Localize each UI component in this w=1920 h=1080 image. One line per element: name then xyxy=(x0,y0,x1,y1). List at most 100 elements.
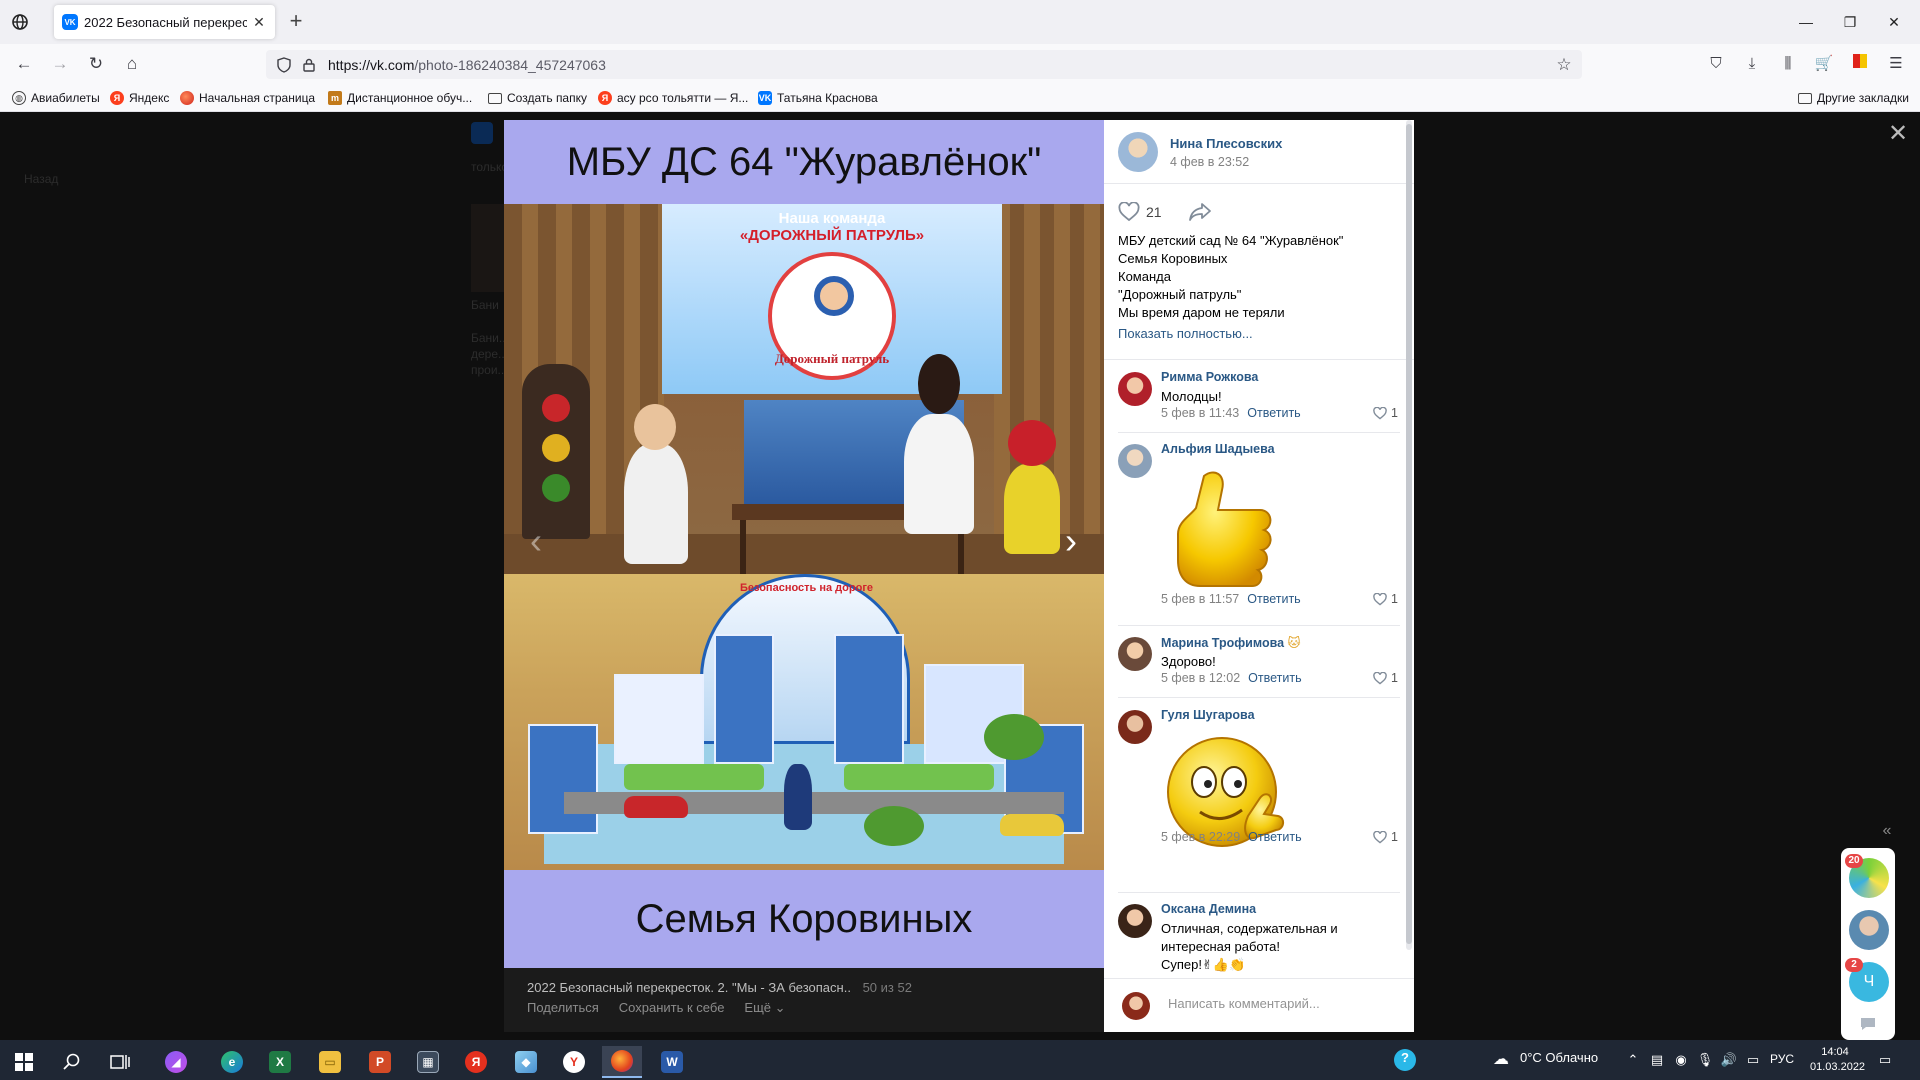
download-icon[interactable]: ⤓ xyxy=(1740,52,1764,76)
collapse-chats-icon[interactable]: « xyxy=(1877,822,1897,842)
previous-photo-arrow-icon[interactable]: ‹ xyxy=(516,516,556,566)
bookmark-star-icon[interactable]: ☆ xyxy=(1554,55,1574,75)
show-hidden-icons-icon[interactable]: ⌃ xyxy=(1624,1051,1642,1069)
post-date[interactable]: 4 фев в 23:52 xyxy=(1170,155,1249,169)
commenter-avatar[interactable] xyxy=(1118,372,1152,406)
like-heart-icon[interactable] xyxy=(1118,202,1140,222)
other-bookmarks[interactable]: Другие закладки xyxy=(1798,90,1909,106)
commenter-name[interactable]: Марина Трофимова 🐱 xyxy=(1161,635,1301,650)
show-more-link[interactable]: Показать полностью... xyxy=(1118,326,1253,341)
alice-assistant-icon[interactable]: ◢ xyxy=(156,1046,196,1078)
language-indicator[interactable]: РУС xyxy=(1770,1052,1794,1066)
home-icon[interactable]: ⌂ xyxy=(120,52,144,76)
next-photo-arrow-icon[interactable]: › xyxy=(1051,516,1091,566)
forward-arrow-icon[interactable]: → xyxy=(48,52,72,76)
comment-time[interactable]: 5 фев в 11:43 xyxy=(1161,406,1239,420)
bookmark-asu-rso[interactable]: Я асу рсо тольятти — Я... xyxy=(598,90,748,106)
restore-icon[interactable]: ❐ xyxy=(1838,10,1862,34)
photo-image[interactable]: МБУ ДС 64 "Журавлёнок" Наша команда «ДОР… xyxy=(504,120,1104,968)
author-name[interactable]: Нина Плесовских xyxy=(1170,136,1282,151)
search-icon[interactable] xyxy=(52,1046,92,1078)
comment-like[interactable]: 1 xyxy=(1373,671,1398,685)
notifications-icon[interactable]: ▭ xyxy=(1876,1051,1894,1069)
window-close-icon[interactable]: ✕ xyxy=(1882,10,1906,34)
menu-hamburger-icon[interactable]: ☰ xyxy=(1884,52,1908,76)
edge-browser-icon[interactable]: e xyxy=(212,1046,252,1078)
album-title[interactable]: 2022 Безопасный перекресток. 2. "Мы - ЗА… xyxy=(527,980,1081,995)
weather-cloud-icon[interactable]: ☁ xyxy=(1492,1051,1510,1069)
reload-icon[interactable]: ↻ xyxy=(84,52,108,76)
more-link[interactable]: Ещё ⌄ xyxy=(744,1000,785,1016)
system-clock[interactable]: 14:04 01.03.2022 xyxy=(1810,1045,1865,1075)
volume-icon[interactable]: 🔊 xyxy=(1720,1051,1738,1069)
commenter-avatar[interactable] xyxy=(1118,904,1152,938)
excel-icon[interactable]: X xyxy=(260,1046,300,1078)
chat-bubble-icon[interactable] xyxy=(1859,1016,1877,1032)
tree xyxy=(864,806,924,846)
browser-tab[interactable]: VK 2022 Безопасный перекресток ✕ xyxy=(54,5,275,39)
comment-time[interactable]: 5 фев в 11:57 xyxy=(1161,592,1239,606)
calculator-icon[interactable]: ▦ xyxy=(408,1046,448,1078)
lock-icon[interactable] xyxy=(302,58,316,72)
powerpoint-icon[interactable]: P xyxy=(360,1046,400,1078)
share-link[interactable]: Поделиться xyxy=(527,1000,599,1016)
microphone-icon[interactable]: 🎙 xyxy=(1696,1051,1714,1069)
tab-close-icon[interactable]: ✕ xyxy=(251,14,267,31)
bookmark-home-page[interactable]: Начальная страница xyxy=(180,90,315,106)
commenter-name[interactable]: Гуля Шугарова xyxy=(1161,708,1255,722)
task-view-icon[interactable] xyxy=(100,1046,140,1078)
notes-app-icon[interactable]: ◆ xyxy=(506,1046,546,1078)
windows-start-icon[interactable] xyxy=(4,1046,44,1078)
close-viewer-icon[interactable]: ✕ xyxy=(1886,122,1910,146)
comment-time[interactable]: 5 фев в 12:02 xyxy=(1161,671,1240,685)
scrollbar-thumb[interactable] xyxy=(1406,124,1412,944)
pocket-icon[interactable]: ⛉ xyxy=(1704,52,1728,76)
reply-link[interactable]: Ответить xyxy=(1248,671,1301,685)
new-tab-plus-icon[interactable]: + xyxy=(284,10,308,34)
commenter-name[interactable]: Римма Рожкова xyxy=(1161,370,1258,384)
network-icon[interactable]: ▭ xyxy=(1744,1051,1762,1069)
weather-text[interactable]: 0°C Облачно xyxy=(1520,1050,1598,1065)
commenter-name[interactable]: Оксана Демина xyxy=(1161,902,1256,916)
share-arrow-icon[interactable] xyxy=(1188,202,1212,222)
reply-link[interactable]: Ответить xyxy=(1248,830,1301,844)
file-explorer-icon[interactable]: ▭ xyxy=(310,1046,350,1078)
yandex-taskbar-icon[interactable]: Я xyxy=(456,1046,496,1078)
comment-like[interactable]: 1 xyxy=(1373,830,1398,844)
chat-contact-avatar[interactable] xyxy=(1849,910,1889,950)
comment-like[interactable]: 1 xyxy=(1373,592,1398,606)
bookmark-create-folder[interactable]: Создать папку xyxy=(488,90,587,106)
comment-input[interactable]: Написать комментарий... xyxy=(1168,996,1320,1011)
library-icon[interactable]: ⫼ xyxy=(1776,52,1800,76)
bookmark-tatyana-krasnova[interactable]: VK Татьяна Краснова xyxy=(758,90,878,106)
cart-icon[interactable]: 🛒 xyxy=(1812,52,1836,76)
camera-icon[interactable]: ◉ xyxy=(1672,1051,1690,1069)
author-avatar[interactable] xyxy=(1118,132,1158,172)
globe-icon[interactable] xyxy=(8,10,32,34)
back-arrow-icon[interactable]: ← xyxy=(12,52,36,76)
help-notification-icon[interactable]: ? xyxy=(1394,1049,1416,1071)
word-icon[interactable]: W xyxy=(652,1046,692,1078)
minimize-icon[interactable]: — xyxy=(1794,10,1818,34)
firefox-icon[interactable] xyxy=(602,1046,642,1078)
tracking-shield-icon[interactable] xyxy=(276,56,292,73)
comment-like[interactable]: 1 xyxy=(1373,406,1398,420)
extension-flag-icon[interactable] xyxy=(1848,52,1872,76)
commenter-avatar[interactable] xyxy=(1118,444,1152,478)
homepage-icon xyxy=(180,91,194,105)
bookmark-distance-learning[interactable]: m Дистанционное обуч... xyxy=(328,90,472,106)
comment-like-count: 1 xyxy=(1391,406,1398,420)
commenter-avatar[interactable] xyxy=(1118,637,1152,671)
commenter-name[interactable]: Альфия Шадыева xyxy=(1161,442,1275,456)
yandex-browser-icon[interactable]: Y xyxy=(554,1046,594,1078)
save-link[interactable]: Сохранить к себе xyxy=(619,1000,725,1016)
bookmark-yandex[interactable]: Я Яндекс xyxy=(110,90,169,106)
commenter-avatar[interactable] xyxy=(1118,710,1152,744)
comments-scrollbar[interactable] xyxy=(1406,120,1412,950)
network-app-icon[interactable]: ▤ xyxy=(1648,1051,1666,1069)
bookmark-aviabilety[interactable]: ◍ Авиабилеты xyxy=(12,90,100,106)
reply-link[interactable]: Ответить xyxy=(1247,592,1300,606)
address-bar[interactable]: https://vk.com/photo-186240384_457247063… xyxy=(266,50,1582,79)
reply-link[interactable]: Ответить xyxy=(1247,406,1300,420)
comment-time[interactable]: 5 фев в 22:29 xyxy=(1161,830,1240,844)
